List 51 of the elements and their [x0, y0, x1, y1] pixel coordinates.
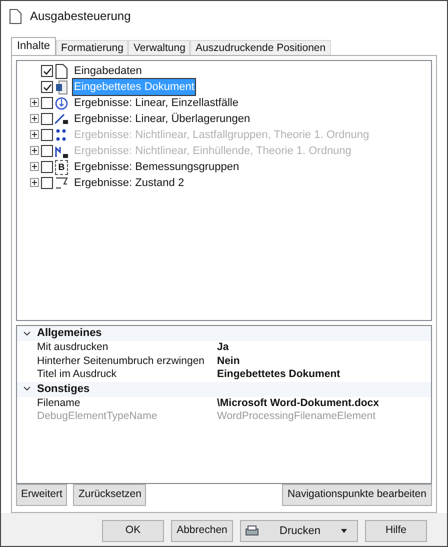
tab[interactable]: Auszudruckende Positionen: [190, 40, 331, 55]
property-name: Filename: [37, 396, 82, 411]
tree-item[interactable]: Ergebnisse: Linear, Überlagerungen: [73, 110, 252, 128]
tree-item[interactable]: Ergebnisse: Linear, Einzellastfälle: [73, 94, 240, 112]
tree-item[interactable]: Ergebnisse: Zustand 2: [73, 174, 186, 192]
property-value: WordProcessingFilenameElement: [217, 409, 376, 424]
expand-icon[interactable]: [30, 178, 38, 187]
chevron-icon[interactable]: [23, 330, 31, 337]
property-value: Ja: [217, 340, 229, 356]
dots-icon: [55, 128, 68, 142]
checkbox[interactable]: [41, 65, 53, 77]
checkbox[interactable]: [41, 177, 53, 189]
window-title: Ausgabesteuerung: [30, 8, 131, 25]
category-label: Sonstiges: [37, 382, 90, 397]
checkbox[interactable]: [41, 97, 53, 109]
arrow-circle-icon: [55, 96, 68, 110]
expand-icon[interactable]: [30, 98, 38, 107]
chevron-icon[interactable]: [23, 386, 31, 392]
page-icon: [55, 64, 68, 78]
tab[interactable]: Verwaltung: [128, 40, 190, 55]
tree-item[interactable]: Ergebnisse: Bemessungsgruppen: [73, 158, 240, 176]
property-name: Titel im Ausdruck: [37, 367, 118, 382]
tab[interactable]: Inhalte: [11, 37, 56, 55]
property-value: Eingebettetes Dokument: [217, 367, 340, 382]
document-icon: [55, 80, 68, 94]
dialog-button[interactable]: Navigationspunkte bearbeiten: [282, 484, 432, 506]
step-line-icon: [55, 144, 68, 158]
printer-icon: [245, 525, 259, 537]
dropdown-caret-icon[interactable]: [341, 529, 347, 533]
dialog-button[interactable]: Hilfe: [365, 520, 427, 542]
expand-icon[interactable]: [30, 114, 38, 123]
property-value: Nein: [217, 354, 240, 369]
tab[interactable]: Formatierung: [56, 40, 128, 55]
document-icon: [9, 8, 22, 24]
checkbox[interactable]: [41, 81, 53, 93]
dialog-button[interactable]: OK: [102, 520, 164, 542]
checkbox[interactable]: [41, 113, 53, 125]
letter-icon: B: [55, 160, 68, 174]
tree-item[interactable]: Eingabedaten: [73, 62, 143, 80]
property-name: Mit ausdrucken: [37, 340, 110, 356]
property-name: DebugElementTypeName: [37, 409, 158, 424]
property-name: Hinterher Seitenumbruch erzwingen: [37, 354, 206, 369]
category-label: Allgemeines: [37, 326, 102, 342]
expand-icon[interactable]: [30, 162, 38, 171]
dialog-button[interactable]: Zurücksetzen: [73, 484, 146, 506]
line-chart-icon: [55, 114, 68, 124]
checkbox[interactable]: [41, 161, 53, 173]
dialog-button[interactable]: Erweitert: [16, 484, 68, 506]
property-value: \Microsoft Word-Dokument.docx: [217, 396, 379, 411]
print-button[interactable]: Drucken: [240, 520, 358, 542]
dialog-button[interactable]: Abbrechen: [171, 520, 233, 542]
